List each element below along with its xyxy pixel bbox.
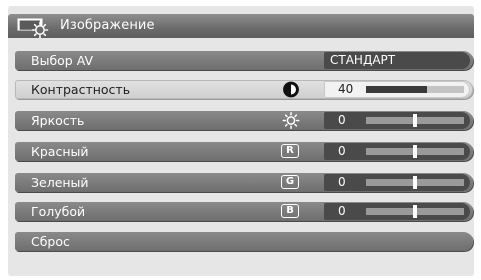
menu-item-label: Голубой [31, 204, 86, 219]
contrast-value-box: 40 [324, 81, 470, 98]
green-slider-marker[interactable] [413, 176, 417, 189]
menu-title: Изображение [60, 18, 155, 33]
green-slider[interactable] [366, 176, 464, 189]
brightness-slider[interactable] [366, 114, 464, 127]
green-channel-icon: G [281, 175, 299, 189]
blue-value-box: 0 [324, 203, 470, 220]
red-value: 0 [338, 144, 346, 158]
contrast-slider-fill [366, 86, 427, 93]
picture-settings-icon [17, 18, 49, 38]
red-slider-marker[interactable] [413, 145, 417, 158]
menu-item-label: Яркость [31, 113, 85, 128]
red-channel-icon: R [281, 144, 299, 158]
menu-item-label: Сброс [31, 234, 70, 249]
menu-item-red[interactable]: Красный R 0 [15, 142, 473, 161]
brightness-value-box: 0 [324, 112, 470, 129]
green-value-box: 0 [324, 174, 470, 191]
green-value: 0 [338, 175, 346, 189]
contrast-value: 40 [338, 82, 354, 96]
contrast-slider[interactable] [366, 86, 464, 93]
blue-value: 0 [338, 204, 346, 218]
red-value-box: 0 [324, 143, 470, 160]
blue-channel-icon: B [281, 204, 299, 218]
sun-icon [282, 112, 300, 129]
av-mode-value: СТАНДАРТ [330, 53, 396, 67]
menu-item-reset[interactable]: Сброс [15, 232, 473, 251]
menu-item-label: Красный [31, 144, 89, 159]
menu-title-bar: Изображение [8, 14, 474, 38]
menu-item-green[interactable]: Зеленый G 0 [15, 173, 473, 192]
blue-slider-marker[interactable] [413, 205, 417, 218]
blue-slider[interactable] [366, 205, 464, 218]
av-mode-value-box: СТАНДАРТ [324, 52, 470, 69]
menu-item-blue[interactable]: Голубой B 0 [15, 202, 473, 221]
menu-item-brightness[interactable]: Яркость 0 [15, 111, 473, 130]
menu-item-contrast[interactable]: Контрастность 40 [15, 80, 473, 99]
brightness-slider-marker[interactable] [413, 114, 417, 127]
menu-item-label: Зеленый [31, 175, 89, 190]
red-slider[interactable] [366, 145, 464, 158]
brightness-value: 0 [338, 113, 346, 127]
menu-item-av-select[interactable]: Выбор AV СТАНДАРТ [15, 51, 473, 70]
contrast-icon [283, 81, 299, 98]
menu-item-label: Выбор AV [31, 53, 94, 68]
menu-item-label: Контрастность [31, 82, 131, 97]
